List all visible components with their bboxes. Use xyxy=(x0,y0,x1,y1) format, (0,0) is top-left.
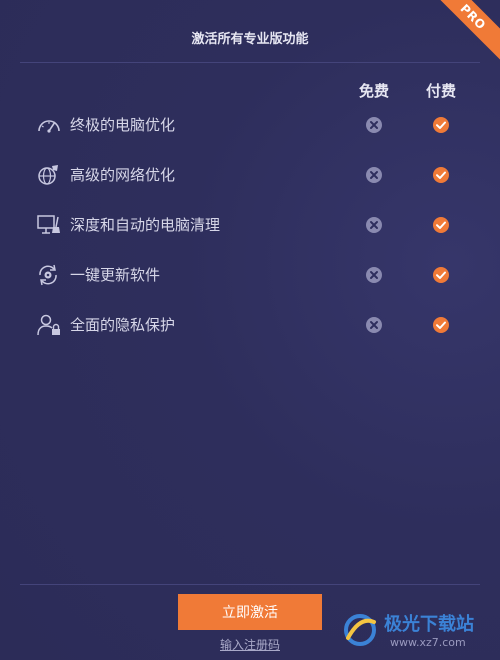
column-header-free: 免费 xyxy=(358,82,389,100)
feature-label: 一键更新软件 xyxy=(70,266,161,284)
feature-row: 一键更新软件 xyxy=(36,261,466,289)
feature-row: 终极的电脑优化 xyxy=(36,111,466,139)
unavailable-icon xyxy=(366,267,382,283)
speedometer-icon xyxy=(38,120,60,133)
watermark-logo-icon xyxy=(344,614,376,646)
watermark-url: www.xz7.com xyxy=(390,636,466,649)
monitor-broom-icon xyxy=(37,215,60,234)
unavailable-icon xyxy=(366,117,382,133)
unavailable-icon xyxy=(366,317,382,333)
feature-label: 终极的电脑优化 xyxy=(70,116,176,134)
check-icon xyxy=(433,117,449,133)
check-icon xyxy=(433,317,449,333)
site-watermark: 极光下载站 www.xz7.com xyxy=(340,608,500,656)
unavailable-icon xyxy=(366,217,382,233)
unavailable-icon xyxy=(366,167,382,183)
activation-dialog: PRO 激活所有专业版功能 免费 付费 终极的电脑优化 高级的网络优化 深度和自… xyxy=(0,0,500,660)
activate-now-button[interactable]: 立即激活 xyxy=(178,594,322,630)
feature-label: 高级的网络优化 xyxy=(70,166,176,184)
feature-label: 全面的隐私保护 xyxy=(70,316,176,334)
dialog-title: 激活所有专业版功能 xyxy=(191,32,309,47)
feature-row: 全面的隐私保护 xyxy=(36,311,466,339)
gear-refresh-icon xyxy=(39,264,57,286)
watermark-text: 极光下载站 xyxy=(384,614,474,635)
feature-row: 深度和自动的电脑清理 xyxy=(36,211,466,239)
check-icon xyxy=(433,217,449,233)
feature-label: 深度和自动的电脑清理 xyxy=(70,216,221,234)
rocket-globe-icon xyxy=(38,165,58,185)
feature-row: 高级的网络优化 xyxy=(36,161,466,189)
enter-registration-code-link[interactable]: 输入注册码 xyxy=(220,638,280,652)
check-icon xyxy=(433,167,449,183)
user-lock-icon xyxy=(37,314,60,336)
column-header-paid: 付费 xyxy=(425,82,456,100)
header-divider xyxy=(20,62,480,63)
footer-divider xyxy=(20,584,480,585)
check-icon xyxy=(433,267,449,283)
